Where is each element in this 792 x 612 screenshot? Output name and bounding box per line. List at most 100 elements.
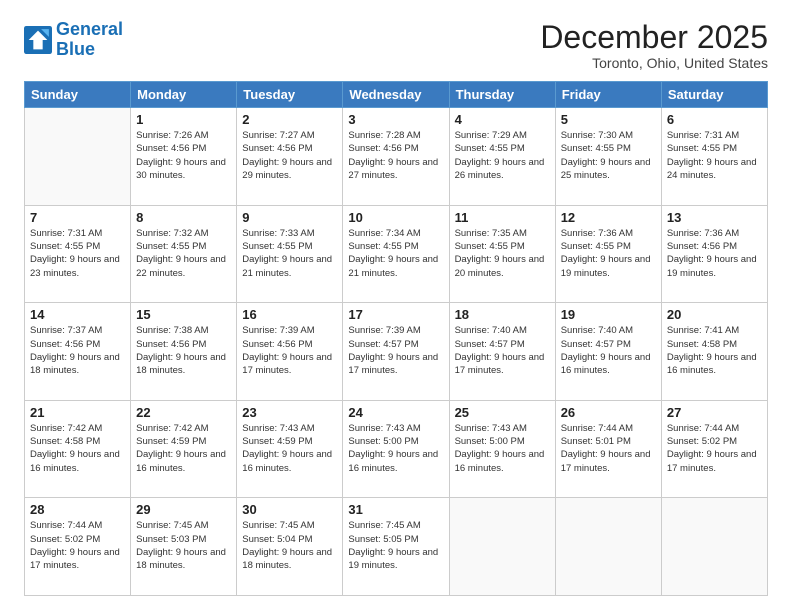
day-number: 26 — [561, 405, 656, 420]
day-info: Sunrise: 7:27 AM Sunset: 4:56 PM Dayligh… — [242, 129, 337, 182]
day-number: 15 — [136, 307, 231, 322]
table-row: 1 Sunrise: 7:26 AM Sunset: 4:56 PM Dayli… — [131, 108, 237, 206]
location: Toronto, Ohio, United States — [540, 55, 768, 71]
day-info: Sunrise: 7:36 AM Sunset: 4:56 PM Dayligh… — [667, 227, 762, 280]
day-info: Sunrise: 7:40 AM Sunset: 4:57 PM Dayligh… — [455, 324, 550, 377]
table-row — [555, 498, 661, 596]
day-info: Sunrise: 7:41 AM Sunset: 4:58 PM Dayligh… — [667, 324, 762, 377]
table-row: 30 Sunrise: 7:45 AM Sunset: 5:04 PM Dayl… — [237, 498, 343, 596]
day-number: 20 — [667, 307, 762, 322]
day-number: 27 — [667, 405, 762, 420]
calendar-header-row: Sunday Monday Tuesday Wednesday Thursday… — [25, 82, 768, 108]
table-row: 5 Sunrise: 7:30 AM Sunset: 4:55 PM Dayli… — [555, 108, 661, 206]
table-row: 19 Sunrise: 7:40 AM Sunset: 4:57 PM Dayl… — [555, 303, 661, 401]
col-sunday: Sunday — [25, 82, 131, 108]
day-info: Sunrise: 7:37 AM Sunset: 4:56 PM Dayligh… — [30, 324, 125, 377]
day-info: Sunrise: 7:43 AM Sunset: 5:00 PM Dayligh… — [455, 422, 550, 475]
table-row — [449, 498, 555, 596]
table-row: 23 Sunrise: 7:43 AM Sunset: 4:59 PM Dayl… — [237, 400, 343, 498]
day-number: 30 — [242, 502, 337, 517]
table-row: 10 Sunrise: 7:34 AM Sunset: 4:55 PM Dayl… — [343, 205, 449, 303]
table-row: 29 Sunrise: 7:45 AM Sunset: 5:03 PM Dayl… — [131, 498, 237, 596]
table-row: 25 Sunrise: 7:43 AM Sunset: 5:00 PM Dayl… — [449, 400, 555, 498]
calendar-week-row: 1 Sunrise: 7:26 AM Sunset: 4:56 PM Dayli… — [25, 108, 768, 206]
table-row: 8 Sunrise: 7:32 AM Sunset: 4:55 PM Dayli… — [131, 205, 237, 303]
month-title: December 2025 — [540, 20, 768, 55]
day-info: Sunrise: 7:28 AM Sunset: 4:56 PM Dayligh… — [348, 129, 443, 182]
day-info: Sunrise: 7:39 AM Sunset: 4:56 PM Dayligh… — [242, 324, 337, 377]
day-number: 29 — [136, 502, 231, 517]
title-block: December 2025 Toronto, Ohio, United Stat… — [540, 20, 768, 71]
day-number: 13 — [667, 210, 762, 225]
table-row: 9 Sunrise: 7:33 AM Sunset: 4:55 PM Dayli… — [237, 205, 343, 303]
table-row: 3 Sunrise: 7:28 AM Sunset: 4:56 PM Dayli… — [343, 108, 449, 206]
day-info: Sunrise: 7:42 AM Sunset: 4:59 PM Dayligh… — [136, 422, 231, 475]
table-row: 20 Sunrise: 7:41 AM Sunset: 4:58 PM Dayl… — [661, 303, 767, 401]
day-info: Sunrise: 7:36 AM Sunset: 4:55 PM Dayligh… — [561, 227, 656, 280]
day-number: 28 — [30, 502, 125, 517]
day-number: 8 — [136, 210, 231, 225]
table-row: 12 Sunrise: 7:36 AM Sunset: 4:55 PM Dayl… — [555, 205, 661, 303]
day-info: Sunrise: 7:39 AM Sunset: 4:57 PM Dayligh… — [348, 324, 443, 377]
day-number: 23 — [242, 405, 337, 420]
col-wednesday: Wednesday — [343, 82, 449, 108]
day-number: 5 — [561, 112, 656, 127]
day-info: Sunrise: 7:29 AM Sunset: 4:55 PM Dayligh… — [455, 129, 550, 182]
table-row: 13 Sunrise: 7:36 AM Sunset: 4:56 PM Dayl… — [661, 205, 767, 303]
table-row — [661, 498, 767, 596]
day-info: Sunrise: 7:30 AM Sunset: 4:55 PM Dayligh… — [561, 129, 656, 182]
table-row: 7 Sunrise: 7:31 AM Sunset: 4:55 PM Dayli… — [25, 205, 131, 303]
day-info: Sunrise: 7:42 AM Sunset: 4:58 PM Dayligh… — [30, 422, 125, 475]
day-number: 25 — [455, 405, 550, 420]
day-number: 18 — [455, 307, 550, 322]
day-number: 7 — [30, 210, 125, 225]
table-row: 18 Sunrise: 7:40 AM Sunset: 4:57 PM Dayl… — [449, 303, 555, 401]
day-number: 17 — [348, 307, 443, 322]
day-info: Sunrise: 7:43 AM Sunset: 4:59 PM Dayligh… — [242, 422, 337, 475]
logo: General Blue — [24, 20, 123, 60]
table-row: 14 Sunrise: 7:37 AM Sunset: 4:56 PM Dayl… — [25, 303, 131, 401]
day-info: Sunrise: 7:26 AM Sunset: 4:56 PM Dayligh… — [136, 129, 231, 182]
day-number: 16 — [242, 307, 337, 322]
day-info: Sunrise: 7:43 AM Sunset: 5:00 PM Dayligh… — [348, 422, 443, 475]
day-info: Sunrise: 7:45 AM Sunset: 5:05 PM Dayligh… — [348, 519, 443, 572]
day-number: 19 — [561, 307, 656, 322]
table-row: 21 Sunrise: 7:42 AM Sunset: 4:58 PM Dayl… — [25, 400, 131, 498]
table-row: 27 Sunrise: 7:44 AM Sunset: 5:02 PM Dayl… — [661, 400, 767, 498]
logo-line1: General — [56, 19, 123, 39]
table-row: 11 Sunrise: 7:35 AM Sunset: 4:55 PM Dayl… — [449, 205, 555, 303]
col-monday: Monday — [131, 82, 237, 108]
day-number: 2 — [242, 112, 337, 127]
day-number: 31 — [348, 502, 443, 517]
logo-text: General Blue — [56, 20, 123, 60]
table-row — [25, 108, 131, 206]
day-number: 4 — [455, 112, 550, 127]
col-saturday: Saturday — [661, 82, 767, 108]
col-tuesday: Tuesday — [237, 82, 343, 108]
header: General Blue December 2025 Toronto, Ohio… — [24, 20, 768, 71]
table-row: 6 Sunrise: 7:31 AM Sunset: 4:55 PM Dayli… — [661, 108, 767, 206]
logo-line2: Blue — [56, 40, 123, 60]
day-info: Sunrise: 7:38 AM Sunset: 4:56 PM Dayligh… — [136, 324, 231, 377]
day-info: Sunrise: 7:33 AM Sunset: 4:55 PM Dayligh… — [242, 227, 337, 280]
day-number: 1 — [136, 112, 231, 127]
table-row: 22 Sunrise: 7:42 AM Sunset: 4:59 PM Dayl… — [131, 400, 237, 498]
day-number: 21 — [30, 405, 125, 420]
day-number: 22 — [136, 405, 231, 420]
day-number: 6 — [667, 112, 762, 127]
day-number: 12 — [561, 210, 656, 225]
day-info: Sunrise: 7:32 AM Sunset: 4:55 PM Dayligh… — [136, 227, 231, 280]
table-row: 26 Sunrise: 7:44 AM Sunset: 5:01 PM Dayl… — [555, 400, 661, 498]
table-row: 16 Sunrise: 7:39 AM Sunset: 4:56 PM Dayl… — [237, 303, 343, 401]
day-number: 9 — [242, 210, 337, 225]
day-number: 11 — [455, 210, 550, 225]
day-number: 24 — [348, 405, 443, 420]
table-row: 4 Sunrise: 7:29 AM Sunset: 4:55 PM Dayli… — [449, 108, 555, 206]
table-row: 2 Sunrise: 7:27 AM Sunset: 4:56 PM Dayli… — [237, 108, 343, 206]
table-row: 28 Sunrise: 7:44 AM Sunset: 5:02 PM Dayl… — [25, 498, 131, 596]
day-number: 10 — [348, 210, 443, 225]
logo-icon — [24, 26, 52, 54]
table-row: 15 Sunrise: 7:38 AM Sunset: 4:56 PM Dayl… — [131, 303, 237, 401]
day-info: Sunrise: 7:34 AM Sunset: 4:55 PM Dayligh… — [348, 227, 443, 280]
col-thursday: Thursday — [449, 82, 555, 108]
